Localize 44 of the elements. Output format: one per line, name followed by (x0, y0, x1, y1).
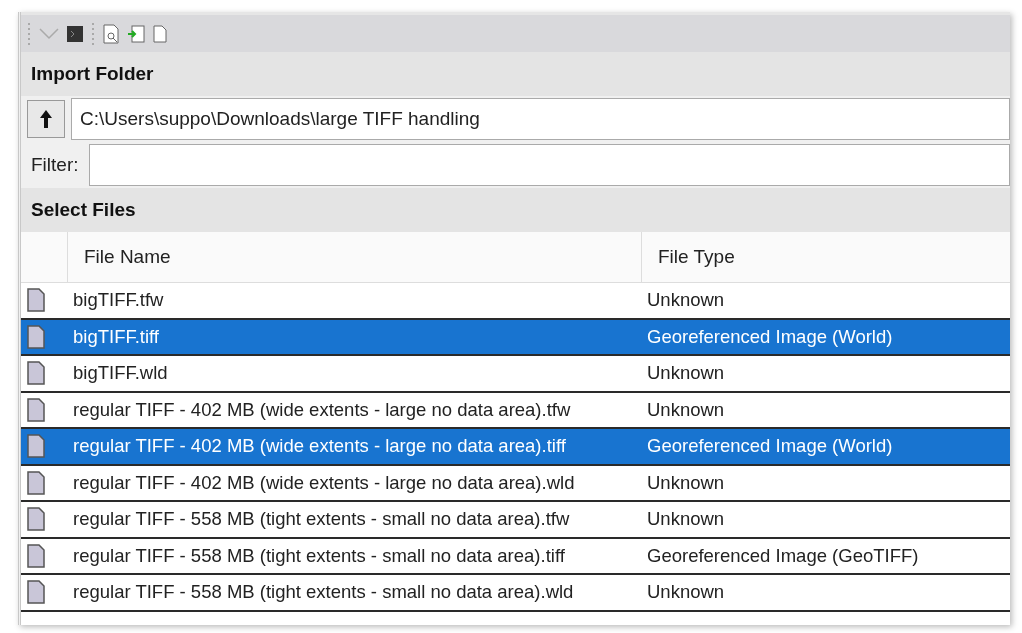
arrow-up-icon (39, 109, 53, 129)
file-row[interactable]: bigTIFF.tiff Georeferenced Image (World) (21, 319, 1010, 356)
file-row[interactable]: regular TIFF - 402 MB (wide extents - large no data area).tiff Georeferenced Image (World) (21, 429, 1010, 466)
file-name-cell-text: bigTIFF.tiff (72, 325, 160, 348)
file-type-cell-text: Unknown (646, 289, 726, 312)
file-name-cell-text: regular TIFF - 402 MB (wide extents - large no data area).tfw (72, 398, 572, 421)
file-name-cell-text: regular TIFF - 558 MB (tight extents - small no data area).tiff (72, 544, 566, 567)
file-type-cell-text: Unknown (646, 508, 726, 531)
document-icon[interactable] (153, 24, 167, 43)
file-icon (27, 324, 45, 349)
section-title: Import Folder (21, 52, 1010, 96)
filter-field[interactable] (88, 144, 1010, 186)
file-type-cell-text: Georeferenced Image (GeoTIFF) (646, 544, 920, 567)
file-icon (27, 543, 45, 568)
file-name-cell-text: bigTIFF.wld (72, 362, 169, 385)
file-name-cell-text: regular TIFF - 402 MB (wide extents - large no data area).tiff (72, 435, 567, 458)
file-type-cell-text: Unknown (646, 581, 726, 604)
file-type-cell-text: Georeferenced Image (World) (646, 325, 894, 348)
file-icon (27, 507, 45, 532)
up-folder-button[interactable] (27, 100, 65, 138)
file-type-cell-text: Unknown (646, 471, 726, 494)
file-type-cell-text: Georeferenced Image (World) (646, 435, 894, 458)
file-icon (27, 361, 45, 386)
file-type-cell-text: Unknown (646, 398, 726, 421)
file-name-cell-text: bigTIFF.tfw (72, 289, 165, 312)
file-type-cell-text: Unknown (646, 362, 726, 385)
file-name-cell-text: regular TIFF - 558 MB (tight extents - small no data area).tfw (72, 508, 571, 531)
import-icon[interactable] (127, 24, 145, 43)
filter-label: Filter: (30, 154, 80, 176)
column-header[interactable]: File Type (641, 232, 1010, 282)
terminal-icon[interactable] (67, 25, 83, 42)
file-icon (27, 288, 45, 313)
toolbar-grip-icon (91, 21, 95, 46)
document-search-icon[interactable] (103, 23, 119, 44)
file-icon (27, 397, 45, 422)
file-icon (27, 434, 45, 459)
file-name-cell-text: regular TIFF - 558 MB (tight extents - small no data area).wld (72, 581, 575, 604)
file-icon (27, 470, 45, 495)
column-header[interactable]: File Name (67, 232, 641, 282)
folder-path-field[interactable]: C:\Users\suppo\Downloads\large TIFF handling (71, 98, 1010, 140)
file-name-cell-text: regular TIFF - 402 MB (wide extents - large no data area).wld (72, 471, 576, 494)
toolbar-grip-icon (27, 21, 31, 46)
section-title: Select Files (21, 188, 1010, 232)
file-icon (27, 580, 45, 605)
